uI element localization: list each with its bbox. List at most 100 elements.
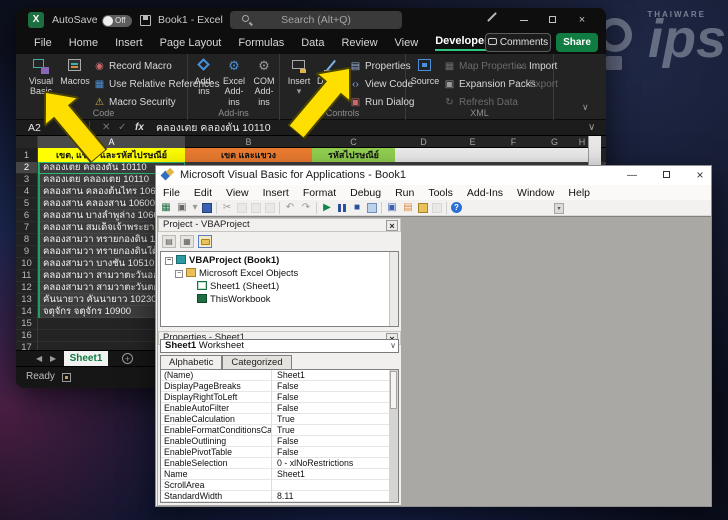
maximize-button[interactable] [544,13,560,27]
insert-object-dropdown-icon[interactable]: ▾ [192,202,198,214]
column-header-h[interactable]: H [575,136,589,148]
search-box[interactable]: Search (Alt+Q) [230,11,402,29]
tab-data[interactable]: Data [301,37,324,49]
tree-item-folder[interactable]: −Microsoft Excel Objects [175,268,298,280]
row-number[interactable]: 5 [16,198,38,210]
property-row[interactable]: EnableOutliningFalse [161,436,389,447]
property-row[interactable]: ScrollArea [161,480,389,491]
menu-file[interactable]: File [163,187,180,199]
property-row[interactable]: EnableSelection0 - xlNoRestrictions [161,458,389,469]
run-macro-icon[interactable]: ▶ [321,202,333,214]
toolbar-overflow-icon[interactable]: ▾ [554,203,564,214]
row-number[interactable]: 9 [16,246,38,258]
insert-object-icon[interactable]: ▣ [176,202,188,214]
cell-b1[interactable]: เขต และแขวง [185,148,312,162]
vba-minimize-button[interactable]: — [624,169,640,182]
project-explorer-icon[interactable]: ▣ [386,202,398,214]
row-number[interactable]: 2 [16,162,38,174]
menu-view[interactable]: View [226,187,249,199]
save-icon[interactable] [140,15,151,26]
toolbox-icon[interactable] [418,203,428,213]
row-number[interactable]: 16 [16,330,38,342]
column-header-c[interactable]: C [312,136,395,148]
column-header-b[interactable]: B [185,136,312,148]
toggle-folders-icon[interactable] [198,235,212,248]
property-row[interactable]: EnablePivotTableFalse [161,447,389,458]
tab-home[interactable]: Home [69,37,98,49]
row-number[interactable]: 14 [16,306,38,318]
excel-addins-button[interactable]: ⚙ ExcelAdd-ins [219,58,249,107]
share-button[interactable]: Share [556,33,598,52]
menu-debug[interactable]: Debug [350,187,381,199]
pen-icon[interactable] [487,12,497,22]
menu-format[interactable]: Format [303,187,336,199]
design-mode-icon[interactable] [367,203,377,213]
row-number[interactable]: 10 [16,258,38,270]
properties-window-icon[interactable]: ▤ [402,202,414,214]
menu-tools[interactable]: Tools [428,187,453,199]
property-row[interactable]: EnableCalculationTrue [161,414,389,425]
row-number[interactable]: 13 [16,294,38,306]
row-number[interactable]: 4 [16,186,38,198]
cell-a1[interactable]: เขต, แขวง และรหัสไปรษณีย์ [38,148,185,162]
project-close-icon[interactable]: × [386,220,398,231]
collapse-ribbon-icon[interactable]: ∨ [582,102,589,113]
row-number[interactable]: 7 [16,222,38,234]
macro-record-icon[interactable] [62,373,71,382]
cell-c1[interactable]: รหัสไปรษณีย์ [312,148,395,162]
tab-alphabetic[interactable]: Alphabetic [160,355,222,369]
row-number[interactable]: 17 [16,342,38,350]
vba-close-button[interactable]: × [692,169,708,182]
row-number[interactable]: 8 [16,234,38,246]
menu-addins[interactable]: Add-Ins [467,187,503,199]
tree-item-project[interactable]: −VBAProject (Book1) [165,255,279,267]
row-number[interactable]: 6 [16,210,38,222]
property-row[interactable]: EnableFormatConditionsCalculationTrue [161,425,389,436]
collapse-icon[interactable]: − [165,257,173,265]
tab-categorized[interactable]: Categorized [222,355,291,369]
tab-view[interactable]: View [395,37,419,49]
tab-review[interactable]: Review [341,37,377,49]
vertical-scrollbar[interactable] [588,136,601,166]
prev-sheet-icon[interactable]: ◀ [36,354,42,363]
menu-run[interactable]: Run [395,187,414,199]
import-button[interactable]: → Import [514,61,557,72]
property-row[interactable]: NameSheet1 [161,469,389,480]
properties-scrollbar[interactable] [389,370,398,502]
select-all-corner[interactable] [16,136,38,148]
row-number[interactable]: 11 [16,270,38,282]
selector-dropdown-icon[interactable]: ∨ [390,340,396,352]
menu-edit[interactable]: Edit [194,187,212,199]
view-excel-icon[interactable]: ▦ [160,202,172,214]
comments-button[interactable]: Comments [485,33,551,52]
column-header-g[interactable]: G [534,136,575,148]
run-dialog-button[interactable]: ▣ Run Dialog [350,97,414,108]
property-row[interactable]: DisplayRightToLeftFalse [161,392,389,403]
property-row[interactable]: EnableAutoFilterFalse [161,403,389,414]
formula-value[interactable]: คลองเตย คลองตัน 10110 [156,121,271,135]
close-button[interactable]: × [574,13,590,27]
new-sheet-icon[interactable]: + [122,353,133,364]
minimize-button[interactable] [516,13,532,27]
view-code-icon[interactable]: ▤ [162,235,176,248]
view-object-icon[interactable]: ▦ [180,235,194,248]
project-panel-header[interactable]: Project - VBAProject × [158,218,401,232]
com-addins-button[interactable]: ⚙ COMAdd-ins [249,58,279,107]
addins-button[interactable]: Add-ins [189,58,219,97]
save-icon[interactable] [202,203,212,213]
property-row[interactable]: StandardWidth8.11 [161,491,389,502]
source-button[interactable]: Source [410,58,440,86]
reset-icon[interactable]: ■ [351,202,363,214]
next-sheet-icon[interactable]: ▶ [50,354,56,363]
column-header-f[interactable]: F [493,136,534,148]
menu-insert[interactable]: Insert [263,187,289,199]
macro-security-button[interactable]: ⚠ Macro Security [94,97,176,108]
property-row[interactable]: (Name)Sheet1 [161,370,389,381]
properties-button[interactable]: ▤ Properties [350,61,411,72]
row-number[interactable]: 15 [16,318,38,330]
tab-developer[interactable]: Developer [435,35,488,51]
row-number[interactable]: 12 [16,282,38,294]
expand-formula-bar-icon[interactable]: ∨ [588,121,595,135]
tab-file[interactable]: File [34,37,52,49]
property-row[interactable]: DisplayPageBreaksFalse [161,381,389,392]
